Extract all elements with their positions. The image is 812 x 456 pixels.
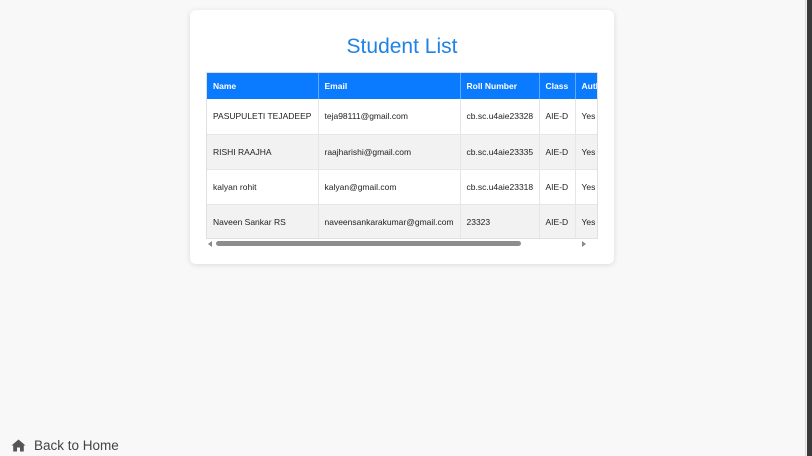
cell-email: kalyan@gmail.com (318, 169, 461, 205)
cell-email: raajharishi@gmail.com (318, 134, 461, 170)
page-title: Student List (346, 35, 458, 58)
home-icon (11, 439, 26, 452)
cell-auth: Yes (575, 99, 597, 135)
scroll-right-arrow-icon[interactable] (582, 241, 586, 247)
column-header-name: Name (207, 73, 319, 99)
cell-class: AIE-D (539, 169, 576, 205)
scrollbar-thumb[interactable] (216, 241, 521, 246)
column-header-class: Class (539, 73, 576, 99)
cell-name: kalyan rohit (207, 169, 319, 205)
table-header-row: Name Email Roll Number Class Auth (207, 73, 597, 99)
student-list-card: Student List Name Email Roll Number Clas… (190, 10, 614, 264)
cell-auth: Yes (575, 134, 597, 170)
cell-name: Naveen Sankar RS (207, 204, 319, 238)
cell-class: AIE-D (539, 99, 576, 135)
cell-class: AIE-D (539, 204, 576, 238)
table-horizontal-scrollbar[interactable] (206, 239, 598, 249)
cell-auth: Yes (575, 169, 597, 205)
cell-auth: Yes (575, 204, 597, 238)
window-scrollbar-thumb[interactable] (807, 0, 812, 456)
cell-roll-number: cb.sc.u4aie23328 (460, 99, 540, 135)
column-header-auth: Auth (575, 73, 597, 99)
column-header-roll-number: Roll Number (460, 73, 540, 99)
column-header-email: Email (318, 73, 461, 99)
back-to-home-link[interactable]: Back to Home (11, 438, 119, 453)
window-vertical-scrollbar[interactable] (805, 0, 812, 456)
table-row: RISHI RAAJHA raajharishi@gmail.com cb.sc… (207, 134, 597, 170)
cell-name: PASUPULETI TEJADEEP (207, 99, 319, 135)
student-table: Name Email Roll Number Class Auth PASUPU… (207, 73, 597, 238)
student-table-container[interactable]: Name Email Roll Number Class Auth PASUPU… (206, 72, 598, 239)
cell-roll-number: cb.sc.u4aie23318 (460, 169, 540, 205)
cell-roll-number: cb.sc.u4aie23335 (460, 134, 540, 170)
cell-class: AIE-D (539, 134, 576, 170)
table-row: Naveen Sankar RS naveensankarakumar@gmai… (207, 204, 597, 238)
cell-name: RISHI RAAJHA (207, 134, 319, 170)
cell-roll-number: 23323 (460, 204, 540, 238)
page: Student List Name Email Roll Number Clas… (0, 0, 812, 456)
cell-email: teja98111@gmail.com (318, 99, 461, 135)
back-to-home-label: Back to Home (34, 438, 119, 453)
scroll-left-arrow-icon[interactable] (208, 241, 212, 247)
table-row: kalyan rohit kalyan@gmail.com cb.sc.u4ai… (207, 169, 597, 205)
table-row: PASUPULETI TEJADEEP teja98111@gmail.com … (207, 99, 597, 135)
cell-email: naveensankarakumar@gmail.com (318, 204, 461, 238)
